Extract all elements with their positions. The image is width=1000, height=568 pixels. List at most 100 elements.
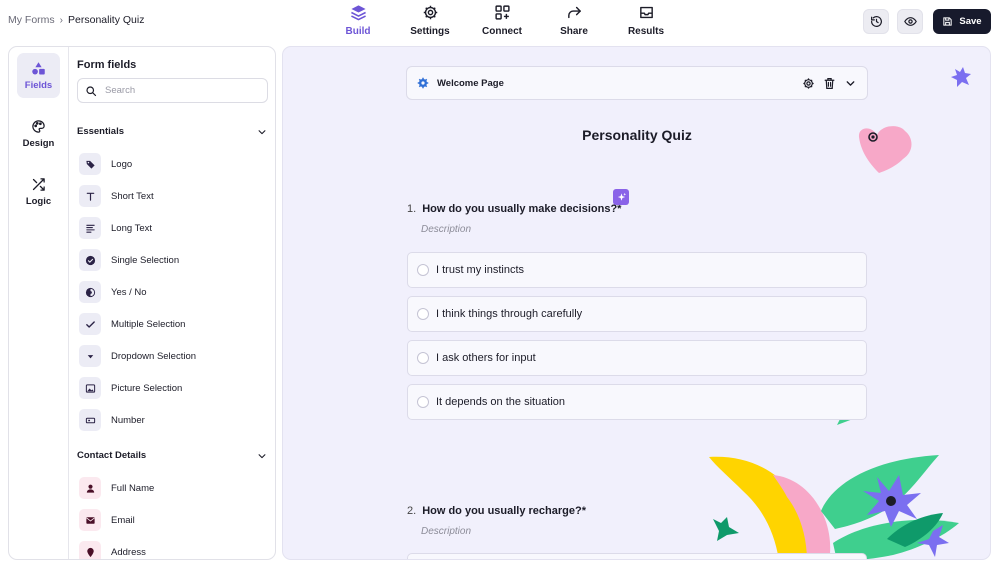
form-canvas: Welcome Page Personality Quiz 1. How do … — [282, 46, 991, 560]
question-1-number: 1. — [407, 203, 417, 215]
layers-icon — [350, 5, 366, 21]
tab-settings[interactable]: Settings — [394, 4, 466, 37]
field-email-icon-wrap — [79, 509, 101, 531]
field-logo[interactable]: Logo — [79, 152, 132, 176]
tab-results[interactable]: Results — [610, 4, 682, 37]
chevron-down-icon[interactable] — [844, 77, 857, 90]
option-2-label: I think things through carefully — [436, 308, 583, 320]
top-bar: My Forms › Personality Quiz Build Settin… — [0, 0, 1000, 44]
location-icon — [86, 547, 94, 557]
option-2[interactable]: I think things through carefully — [407, 296, 867, 332]
chevron-down-icon — [258, 129, 266, 134]
breadcrumb-current: Personality Quiz — [68, 14, 145, 26]
shuffle-icon — [32, 177, 45, 191]
field-picture-selection[interactable]: Picture Selection — [79, 376, 182, 400]
form-fields-title: Form fields — [77, 59, 137, 71]
save-icon — [943, 17, 953, 26]
field-short-text[interactable]: Short Text — [79, 184, 154, 208]
shapes-icon — [32, 61, 45, 74]
save-button[interactable]: Save — [933, 9, 991, 34]
field-full-name-icon-wrap — [79, 477, 101, 499]
history-button[interactable] — [863, 9, 889, 34]
question-2[interactable]: 2. How do you usually recharge?* Descrip… — [407, 505, 586, 537]
tab-connect-label: Connect — [482, 26, 522, 37]
field-search — [77, 78, 268, 103]
question-2-number: 2. — [407, 505, 417, 517]
radio-button[interactable] — [417, 264, 429, 276]
radio-button[interactable] — [417, 352, 429, 364]
option-3[interactable]: I ask others for input — [407, 340, 867, 376]
welcome-gear-icon — [417, 77, 429, 89]
preview-button[interactable] — [897, 9, 923, 34]
tab-build[interactable]: Build — [322, 4, 394, 37]
field-full-name[interactable]: Full Name — [79, 476, 154, 500]
field-dropdown-selection-icon-wrap — [79, 345, 101, 367]
gear-icon[interactable] — [802, 77, 815, 90]
check-circle-icon — [85, 255, 95, 265]
trash-icon[interactable] — [823, 77, 836, 90]
field-long-text-icon-wrap — [79, 217, 101, 239]
save-button-label: Save — [959, 16, 982, 27]
tab-share[interactable]: Share — [538, 4, 610, 37]
welcome-actions — [802, 77, 857, 90]
field-dropdown-selection-label: Dropdown Selection — [111, 350, 197, 362]
rail-logic[interactable]: Logic — [17, 169, 60, 214]
option-3-label: I ask others for input — [436, 352, 536, 364]
rail-design[interactable]: Design — [17, 111, 60, 156]
field-short-text-label: Short Text — [111, 190, 154, 202]
rail-fields[interactable]: Fields — [17, 53, 60, 98]
breadcrumb: My Forms › Personality Quiz — [8, 14, 144, 26]
floral-decoration — [709, 455, 959, 559]
field-long-text[interactable]: Long Text — [79, 216, 152, 240]
field-multiple-selection[interactable]: Multiple Selection — [79, 312, 185, 336]
option-4[interactable]: It depends on the situation — [407, 384, 867, 420]
tag-icon — [85, 160, 95, 169]
section-contact-details[interactable]: Contact Details — [77, 450, 267, 461]
question-2-title: 2. How do you usually recharge?* — [407, 505, 586, 517]
image-icon — [85, 383, 95, 393]
tab-connect[interactable]: Connect — [466, 4, 538, 37]
field-number-label: Number — [111, 414, 145, 426]
form-fields-pane: Form fields Essentials Logo Short Text L… — [69, 47, 275, 559]
form-title[interactable]: Personality Quiz — [283, 127, 990, 143]
paragraph-icon — [85, 224, 95, 233]
field-multiple-selection-icon-wrap — [79, 313, 101, 335]
field-address[interactable]: Address — [79, 540, 146, 559]
section-essentials-title: Essentials — [77, 126, 124, 137]
field-dropdown-selection[interactable]: Dropdown Selection — [79, 344, 196, 368]
radio-button[interactable] — [417, 396, 429, 408]
question-2-description[interactable]: Description — [421, 526, 586, 537]
section-essentials[interactable]: Essentials — [77, 126, 267, 137]
breadcrumb-my-forms[interactable]: My Forms — [8, 14, 55, 26]
field-long-text-label: Long Text — [111, 222, 153, 234]
tab-settings-label: Settings — [410, 26, 450, 37]
tab-share-label: Share — [560, 26, 588, 37]
field-email-label: Email — [111, 514, 135, 526]
eye-icon — [903, 17, 917, 26]
field-picture-selection-icon-wrap — [79, 377, 101, 399]
left-panel: Fields Design Logic Form fields Essentia… — [8, 46, 276, 560]
question-1[interactable]: 1. How do you usually make decisions?* D… — [407, 189, 629, 235]
rail-logic-label: Logic — [25, 195, 52, 207]
field-picture-selection-label: Picture Selection — [111, 382, 183, 394]
field-yes-no[interactable]: Yes / No — [79, 280, 147, 304]
field-address-label: Address — [111, 546, 146, 558]
question-2-text: How do you usually recharge?* — [422, 505, 587, 517]
search-icon — [86, 85, 97, 96]
field-number[interactable]: Number — [79, 408, 145, 432]
radio-button[interactable] — [417, 308, 429, 320]
field-single-selection[interactable]: Single Selection — [79, 248, 179, 272]
half-circle-icon — [85, 287, 95, 297]
connect-icon — [494, 5, 510, 20]
option-1[interactable]: I trust my instincts — [407, 252, 867, 288]
dropdown-icon — [87, 354, 93, 358]
welcome-page-bar[interactable]: Welcome Page — [406, 66, 868, 100]
field-email[interactable]: Email — [79, 508, 135, 532]
number-icon — [85, 417, 95, 423]
ai-assist-button[interactable] — [613, 189, 629, 205]
field-short-text-icon-wrap — [79, 185, 101, 207]
search-input[interactable] — [105, 85, 255, 96]
option-partial[interactable] — [407, 553, 867, 559]
question-1-description[interactable]: Description — [421, 224, 621, 235]
section-contact-details-title: Contact Details — [77, 450, 147, 461]
